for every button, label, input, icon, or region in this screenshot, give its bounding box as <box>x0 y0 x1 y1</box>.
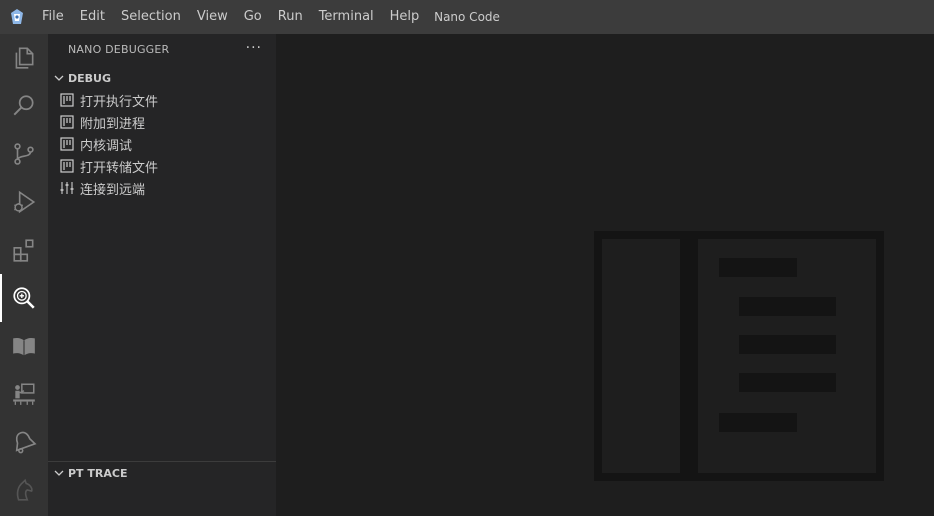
editor-area <box>276 34 934 516</box>
extensions-icon <box>13 239 34 262</box>
files-icon <box>15 47 34 69</box>
run-debug-icon <box>14 190 36 214</box>
more-actions-button[interactable]: ··· <box>246 40 262 56</box>
debug-item-connect-remote[interactable]: 连接到远端 <box>48 177 276 199</box>
section-debug-header[interactable]: DEBUG <box>48 67 276 89</box>
panel-icon <box>60 93 74 107</box>
sidebar: NANO DEBUGGER ··· DEBUG 打开执行文件 附加到进程 内核调… <box>48 34 276 516</box>
menu-bar: File Edit Selection View Go Run Terminal… <box>34 0 427 34</box>
debug-item-attach-process[interactable]: 附加到进程 <box>48 111 276 133</box>
debug-item-label: 打开执行文件 <box>80 94 159 110</box>
presenter-icon <box>13 383 35 405</box>
debug-item-open-dump[interactable]: 打开转储文件 <box>48 155 276 177</box>
source-control-icon <box>14 143 34 165</box>
activity-nano-debugger[interactable] <box>0 274 48 322</box>
app-window: File Edit Selection View Go Run Terminal… <box>0 0 934 516</box>
sidebar-title: NANO DEBUGGER <box>68 43 170 56</box>
activity-knight[interactable] <box>0 466 48 514</box>
section-pt-trace-label: PT TRACE <box>68 466 128 480</box>
panel-icon <box>60 115 74 129</box>
menu-view[interactable]: View <box>189 0 236 34</box>
search-icon <box>13 95 34 116</box>
bell-icon <box>15 431 37 454</box>
panel-icon <box>60 137 74 151</box>
menu-terminal[interactable]: Terminal <box>311 0 382 34</box>
sidebar-header: NANO DEBUGGER ··· <box>48 34 276 66</box>
menu-help[interactable]: Help <box>382 0 428 34</box>
chevron-down-icon <box>54 75 64 81</box>
debug-item-kernel-debug[interactable]: 内核调试 <box>48 133 276 155</box>
nano-code-logo-icon[interactable] <box>0 0 34 34</box>
debug-item-label: 打开转储文件 <box>80 160 159 176</box>
activity-bar <box>0 34 48 516</box>
activity-extensions[interactable] <box>0 226 48 274</box>
debug-item-open-executable[interactable]: 打开执行文件 <box>48 89 276 111</box>
menu-selection[interactable]: Selection <box>113 0 189 34</box>
menu-go[interactable]: Go <box>236 0 270 34</box>
settings-sliders-icon <box>60 182 74 194</box>
activity-explorer[interactable] <box>0 34 48 82</box>
chevron-down-icon <box>54 470 64 476</box>
activity-bell[interactable] <box>0 418 48 466</box>
knight-icon <box>16 478 33 501</box>
book-icon <box>13 337 35 356</box>
activity-search[interactable] <box>0 82 48 130</box>
section-pt-trace-header[interactable]: PT TRACE <box>48 462 276 484</box>
menu-run[interactable]: Run <box>270 0 311 34</box>
debug-item-label: 内核调试 <box>80 138 133 154</box>
section-debug-label: DEBUG <box>68 71 111 85</box>
activity-book[interactable] <box>0 322 48 370</box>
panel-icon <box>60 159 74 173</box>
debugger-magnifier-icon <box>13 287 35 309</box>
menu-edit[interactable]: Edit <box>72 0 113 34</box>
activity-source-control[interactable] <box>0 130 48 178</box>
debug-item-label: 附加到进程 <box>80 116 146 132</box>
menu-file[interactable]: File <box>34 0 72 34</box>
debug-item-label: 连接到远端 <box>80 182 146 198</box>
activity-presenter[interactable] <box>0 370 48 418</box>
title-bar: File Edit Selection View Go Run Terminal… <box>0 0 934 34</box>
activity-run-debug[interactable] <box>0 178 48 226</box>
editor-watermark-icon <box>594 231 884 481</box>
